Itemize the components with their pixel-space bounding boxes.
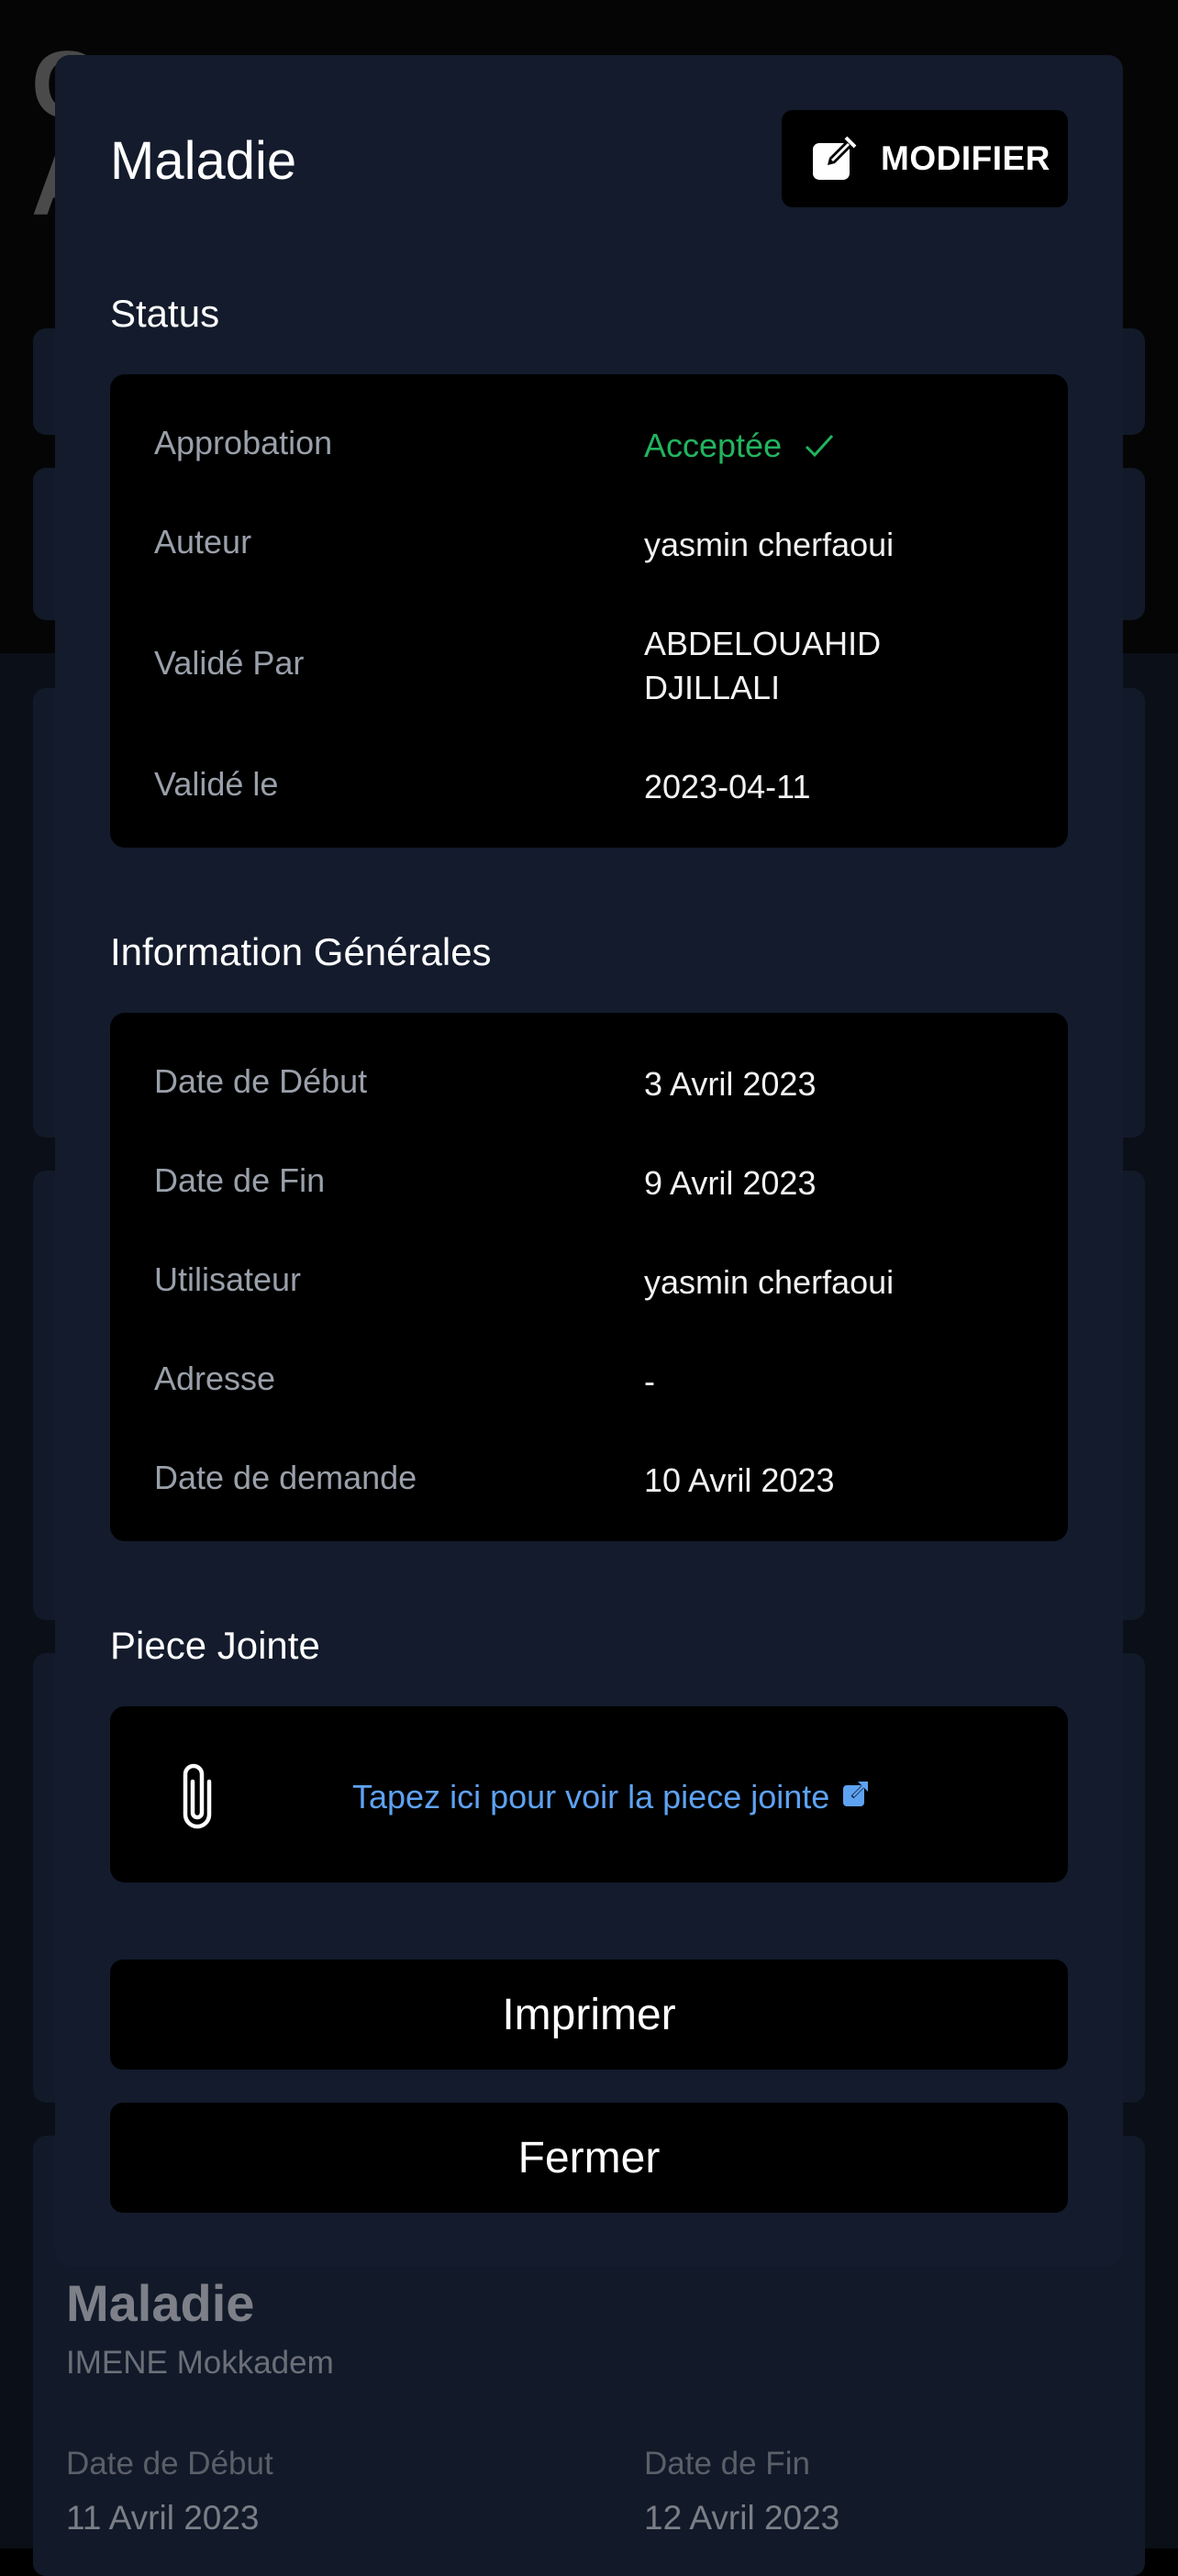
print-button[interactable]: Imprimer xyxy=(110,1960,1068,2070)
author-value: yasmin cherfaoui xyxy=(644,526,895,563)
user-value: yasmin cherfaoui xyxy=(644,1263,895,1301)
end-date-label: Date de Fin xyxy=(154,1161,326,1199)
validated-on-value: 2023-04-11 xyxy=(644,768,811,805)
background-card-end-label: Date de Fin xyxy=(644,2446,810,2482)
validated-on-label: Validé le xyxy=(154,765,279,803)
request-date-label: Date de demande xyxy=(154,1459,417,1496)
request-date-value: 10 Avril 2023 xyxy=(644,1461,835,1499)
edit-icon xyxy=(813,136,857,180)
attachment-section-title: Piece Jointe xyxy=(110,1624,320,1667)
end-date-value: 9 Avril 2023 xyxy=(644,1164,817,1202)
check-icon xyxy=(806,434,834,458)
attachment-link-text: Tapez ici pour voir la piece jointe xyxy=(352,1778,830,1815)
edit-button[interactable]: MODIFIER xyxy=(782,110,1068,207)
approval-status: Acceptée xyxy=(644,424,1039,468)
attachment-box[interactable]: Tapez ici pour voir la piece jointe xyxy=(110,1706,1068,1882)
background-card-subtitle: IMENE Mokkadem xyxy=(66,2345,334,2381)
attachment-link[interactable]: Tapez ici pour voir la piece jointe xyxy=(352,1778,870,1816)
status-box: Approbation Acceptée Auteur yasmin cherf… xyxy=(110,374,1068,848)
status-section-title: Status xyxy=(110,292,220,335)
edit-button-label: MODIFIER xyxy=(881,139,1050,177)
general-box: Date de Début 3 Avril 2023 Date de Fin 9… xyxy=(110,1013,1068,1541)
address-value: - xyxy=(644,1362,655,1400)
start-date-label: Date de Début xyxy=(154,1062,368,1100)
address-label: Adresse xyxy=(154,1360,276,1397)
approval-label: Approbation xyxy=(154,424,333,461)
close-button[interactable]: Fermer xyxy=(110,2103,1068,2213)
paperclip-icon xyxy=(183,1763,212,1829)
general-section-title: Information Générales xyxy=(110,930,492,973)
validated-by-value: ABDELOUAHID DJILLALI xyxy=(644,625,882,706)
background-card-title: Maladie xyxy=(66,2274,255,2332)
start-date-value: 3 Avril 2023 xyxy=(644,1065,817,1103)
validated-by-label: Validé Par xyxy=(154,644,305,682)
user-label: Utilisateur xyxy=(154,1260,302,1298)
modal-title: Maladie xyxy=(110,131,297,191)
leave-detail-modal: Maladie MODIFIER Status Approbation Acce… xyxy=(55,55,1123,2266)
approval-value: Acceptée xyxy=(644,427,783,464)
external-link-icon xyxy=(843,1782,869,1806)
background-card-start-label: Date de Début xyxy=(66,2446,273,2482)
author-label: Auteur xyxy=(154,523,252,561)
background-card-end-value: 12 Avril 2023 xyxy=(644,2499,840,2537)
background-card-start-value: 11 Avril 2023 xyxy=(66,2499,260,2537)
